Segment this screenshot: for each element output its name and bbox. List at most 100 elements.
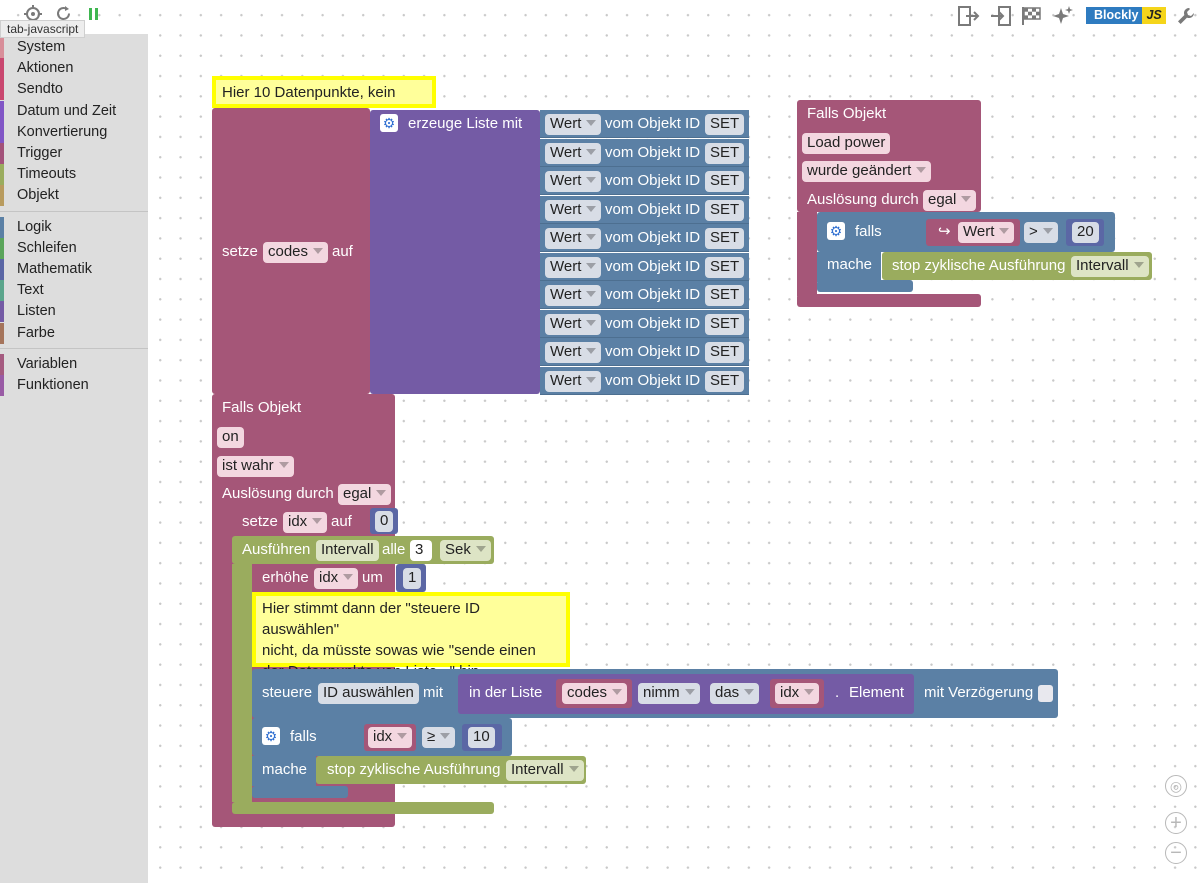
trigger-on-title: Falls Objekt bbox=[222, 399, 302, 416]
toolbox-item-trigger[interactable]: Trigger bbox=[0, 143, 146, 164]
list-item-object-id[interactable]: SET bbox=[705, 228, 745, 249]
comment-hint-line2: nicht, da müsste sowas wie "sende einen bbox=[262, 642, 536, 659]
increment-var-dropdown[interactable]: idx bbox=[314, 568, 359, 589]
center-target-icon[interactable]: ◎ bbox=[1165, 775, 1187, 797]
zoom-out-icon[interactable]: − bbox=[1165, 842, 1187, 864]
toolbox-item-listen[interactable]: Listen bbox=[0, 301, 146, 323]
toolbox-item-mathematik[interactable]: Mathematik bbox=[0, 259, 146, 280]
interval-unit-dropdown[interactable]: Sek bbox=[440, 540, 491, 561]
interval-name-field[interactable]: Intervall bbox=[316, 540, 379, 561]
trigger-object-field[interactable]: on bbox=[217, 427, 244, 448]
list-item-field-dropdown[interactable]: Wert bbox=[545, 142, 602, 164]
list-item-object-id[interactable]: SET bbox=[705, 342, 745, 363]
list-item-object-id[interactable]: SET bbox=[705, 142, 745, 164]
power-num-field[interactable]: 20 bbox=[1072, 222, 1099, 243]
list-item-object-id[interactable]: SET bbox=[705, 114, 745, 135]
export-icon[interactable] bbox=[958, 6, 980, 30]
list-item-label: vom Objekt ID bbox=[605, 200, 701, 218]
toolbox-item-logik[interactable]: Logik bbox=[0, 216, 146, 238]
trigger-power-title: Falls Objekt bbox=[807, 105, 887, 122]
power-value-dropdown[interactable]: Wert bbox=[958, 222, 1015, 243]
compare-var-dropdown[interactable]: idx bbox=[368, 727, 413, 748]
toolbox-item-funktionen[interactable]: Funktionen bbox=[0, 375, 146, 396]
power-stop-dropdown[interactable]: Intervall bbox=[1071, 256, 1149, 277]
create-list-block[interactable] bbox=[370, 110, 540, 394]
list-item-field-dropdown[interactable]: Wert bbox=[545, 342, 602, 363]
mutator-gear-icon[interactable]: ⚙ bbox=[380, 114, 398, 132]
list-item-object-id[interactable]: SET bbox=[705, 370, 745, 392]
increment-by: um bbox=[362, 569, 383, 586]
zoom-in-icon[interactable]: + bbox=[1165, 812, 1187, 834]
set-idx-prefix: setze bbox=[242, 513, 278, 530]
interval-every: alle bbox=[382, 541, 406, 558]
codes-var-dropdown[interactable]: codes bbox=[263, 242, 329, 263]
comment-top[interactable]: Hier 10 Datenpunkte, kein Text bbox=[212, 76, 436, 122]
toolbox-item-text[interactable]: Text bbox=[0, 280, 146, 302]
import-icon[interactable] bbox=[990, 6, 1012, 30]
take-dropdown[interactable]: nimm bbox=[638, 683, 700, 704]
stop-interval-dropdown[interactable]: Intervall bbox=[506, 760, 584, 781]
trigger-power-object[interactable]: Load power bbox=[802, 133, 891, 154]
toolbox-item-system[interactable]: System bbox=[0, 37, 146, 58]
if-mutator-gear-icon[interactable]: ⚙ bbox=[262, 727, 280, 745]
list-item-field-dropdown[interactable]: Wert bbox=[545, 370, 602, 392]
trigger-power-bottom bbox=[797, 294, 981, 307]
toolbox-item-objekt[interactable]: Objekt bbox=[0, 185, 146, 207]
comment-hint[interactable]: Hier stimmt dann der "steuere ID auswähl… bbox=[252, 592, 570, 680]
trigger-value-dropdown[interactable]: egal bbox=[338, 484, 392, 505]
wrench-icon[interactable] bbox=[1176, 6, 1196, 30]
toolbox-item-konvertierung[interactable]: Konvertierung bbox=[0, 121, 146, 143]
list-item-object-id[interactable]: SET bbox=[705, 199, 745, 221]
checkered-flag-icon[interactable] bbox=[1021, 6, 1043, 30]
compare-op-dropdown[interactable]: ≥ bbox=[422, 727, 456, 748]
sparkle-icon[interactable] bbox=[1052, 5, 1074, 29]
toolbox-item-sendto[interactable]: Sendto bbox=[0, 79, 146, 101]
list-item-object-id[interactable]: SET bbox=[705, 171, 745, 192]
interval-count-field[interactable]: 3 bbox=[410, 540, 432, 561]
control-id-field[interactable]: ID auswählen bbox=[318, 683, 419, 704]
number-zero-field[interactable]: 0 bbox=[375, 511, 393, 532]
power-if-bottom bbox=[817, 280, 913, 292]
delay-checkbox[interactable] bbox=[1038, 685, 1053, 702]
compare-num-field[interactable]: 10 bbox=[468, 727, 495, 748]
brand-blockly: Blockly bbox=[1086, 7, 1143, 24]
power-if-gear-icon[interactable]: ⚙ bbox=[827, 222, 845, 240]
pause-icon[interactable] bbox=[88, 6, 100, 26]
mode-dropdown[interactable]: das bbox=[710, 683, 760, 704]
trigger-power-value[interactable]: egal bbox=[923, 190, 977, 211]
toolbox-item-farbe[interactable]: Farbe bbox=[0, 322, 146, 344]
toolbox-item-variablen[interactable]: Variablen bbox=[0, 353, 146, 375]
comment-hint-line1: Hier stimmt dann der "steuere ID auswähl… bbox=[262, 600, 480, 638]
toolbox-separator bbox=[0, 210, 148, 212]
list-item-field-dropdown[interactable]: Wert bbox=[545, 285, 602, 306]
interval-bottom bbox=[232, 802, 494, 814]
list-item-label: vom Objekt ID bbox=[605, 229, 701, 246]
toolbox-item-datum-und-zeit[interactable]: Datum und Zeit bbox=[0, 100, 146, 122]
list-item-field-dropdown[interactable]: Wert bbox=[545, 171, 602, 192]
list-item-field-dropdown[interactable]: Wert bbox=[545, 114, 602, 135]
list-item-object-id[interactable]: SET bbox=[705, 285, 745, 306]
list-item-label: vom Objekt ID bbox=[605, 371, 701, 389]
control-label: steuere bbox=[262, 684, 313, 701]
if-mache-label: mache bbox=[262, 761, 308, 778]
trigger-condition-dropdown[interactable]: ist wahr bbox=[217, 456, 294, 477]
list-var-dropdown[interactable]: codes bbox=[562, 683, 628, 704]
toolbox-item-timeouts[interactable]: Timeouts bbox=[0, 164, 146, 186]
list-item-field-dropdown[interactable]: Wert bbox=[545, 228, 602, 249]
idx-var-dropdown[interactable]: idx bbox=[283, 512, 328, 533]
toolbox-item-aktionen[interactable]: Aktionen bbox=[0, 58, 146, 80]
power-op-dropdown[interactable]: > bbox=[1024, 222, 1058, 243]
list-item-object-id[interactable]: SET bbox=[705, 313, 745, 335]
trigger-power-condition[interactable]: wurde geändert bbox=[802, 161, 932, 182]
list-item-object-id[interactable]: SET bbox=[705, 256, 745, 278]
blockly-js-badge[interactable]: Blockly JS bbox=[1086, 7, 1166, 24]
power-value-arrow-icon: ↪ bbox=[938, 223, 951, 240]
list-item-field-dropdown[interactable]: Wert bbox=[545, 313, 602, 335]
toolbox-item-schleifen[interactable]: Schleifen bbox=[0, 237, 146, 259]
index-var-dropdown[interactable]: idx bbox=[775, 683, 820, 704]
if-falls-label: falls bbox=[290, 728, 317, 745]
list-item-label: vom Objekt ID bbox=[605, 343, 701, 360]
list-item-field-dropdown[interactable]: Wert bbox=[545, 199, 602, 221]
list-item-field-dropdown[interactable]: Wert bbox=[545, 256, 602, 278]
number-one-field[interactable]: 1 bbox=[403, 568, 421, 589]
